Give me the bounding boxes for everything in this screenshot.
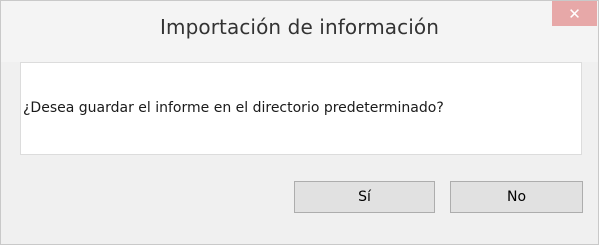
dialog-title: Importación de información: [160, 15, 439, 39]
no-button[interactable]: No: [450, 181, 583, 213]
message-area: ¿Desea guardar el informe en el director…: [20, 62, 582, 155]
close-button[interactable]: ✕: [552, 1, 597, 26]
title-bar: Importación de información ✕: [1, 1, 598, 62]
message-text: ¿Desea guardar el informe en el director…: [23, 100, 444, 116]
yes-button[interactable]: Sí: [294, 181, 435, 213]
dialog-window: Importación de información ✕ ¿Desea guar…: [0, 0, 599, 245]
close-icon: ✕: [568, 4, 581, 23]
